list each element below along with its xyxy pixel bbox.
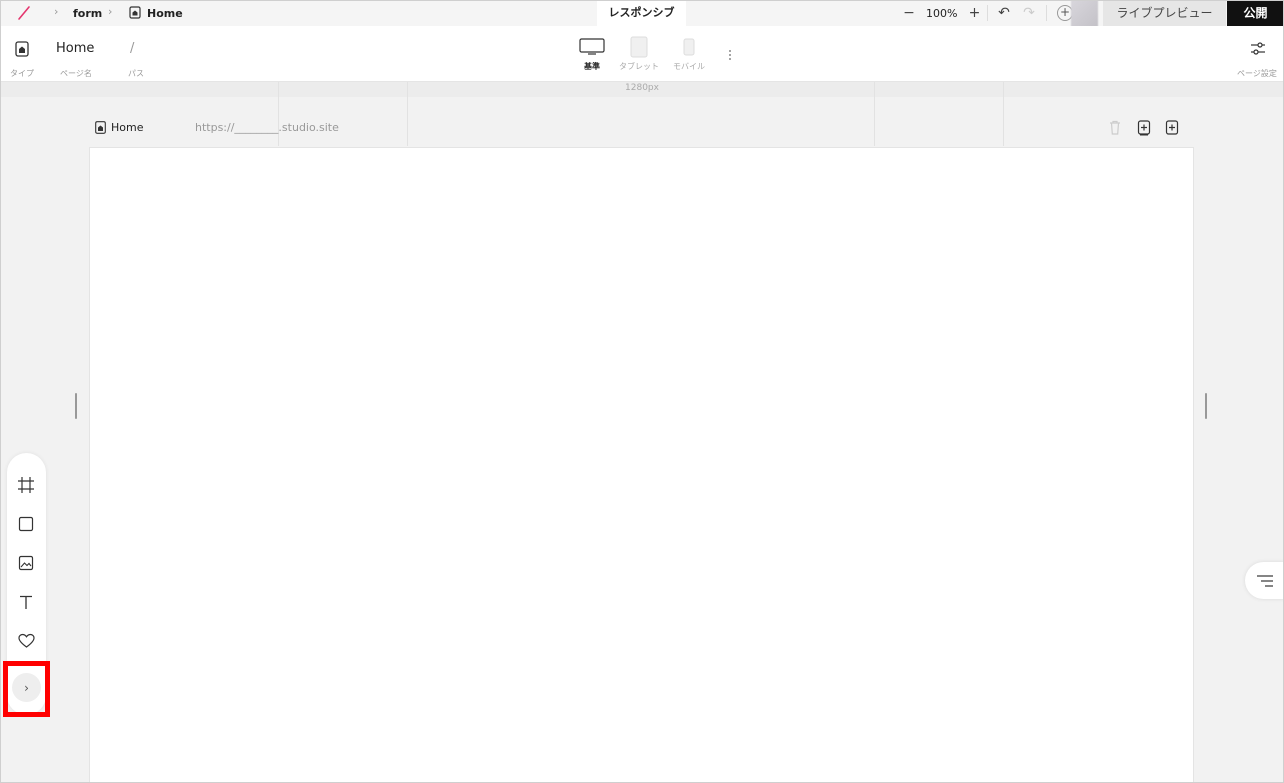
top-bar: › form › Home レスポンシブ − 100% + ↶ ↷ + ライブプ… xyxy=(0,0,1284,31)
layers-panel-button[interactable] xyxy=(1245,562,1284,599)
zoom-in-button[interactable]: + xyxy=(961,0,987,26)
desktop-icon xyxy=(579,38,605,55)
layers-icon xyxy=(1256,574,1273,587)
image-tool-button[interactable] xyxy=(15,552,37,574)
more-options-icon[interactable] xyxy=(725,48,735,62)
page-header: タイプ Home ページ名 / パス 基準 タブレット モバイル ページ設定 xyxy=(0,26,1284,82)
image-icon xyxy=(18,555,34,571)
ruler: 1280px xyxy=(0,82,1284,97)
studio-logo-icon[interactable] xyxy=(16,5,32,21)
square-icon xyxy=(18,516,34,532)
device-label: モバイル xyxy=(673,62,705,71)
redo-button[interactable]: ↷ xyxy=(1016,0,1042,26)
text-tool-button[interactable] xyxy=(15,591,37,613)
chevron-right-icon: › xyxy=(24,680,29,695)
chevron-right-icon: › xyxy=(54,5,59,18)
live-preview-button[interactable]: ライブプレビュー xyxy=(1103,0,1226,26)
icon-tool-button[interactable] xyxy=(15,630,37,652)
add-page-icon[interactable] xyxy=(1164,119,1180,136)
site-url[interactable]: https://________.studio.site xyxy=(195,121,339,134)
type-label: タイプ xyxy=(10,69,34,78)
page-settings-label: ページ設定 xyxy=(1237,69,1277,78)
text-icon xyxy=(20,595,32,609)
guide-line xyxy=(407,82,408,146)
home-page-icon xyxy=(129,6,141,19)
home-page-icon xyxy=(95,121,106,134)
page-settings-icon[interactable] xyxy=(1249,40,1267,58)
device-label: 基準 xyxy=(584,62,600,71)
box-tool-button[interactable] xyxy=(15,474,37,496)
canvas-width-label: 1280px xyxy=(625,83,659,93)
resize-handle-right[interactable] xyxy=(1205,393,1207,419)
guide-line xyxy=(278,82,279,146)
frame-icon xyxy=(18,477,34,493)
breadcrumb-page[interactable]: Home xyxy=(147,7,183,20)
heart-icon xyxy=(17,633,35,648)
page-name-label: ページ名 xyxy=(60,69,92,78)
guide-line xyxy=(874,82,875,146)
device-mobile-button[interactable]: モバイル xyxy=(673,38,705,72)
mobile-icon xyxy=(683,38,695,56)
guide-line xyxy=(1003,82,1004,146)
resize-handle-left[interactable] xyxy=(75,393,77,419)
zoom-level[interactable]: 100% xyxy=(922,7,961,20)
canvas-page-label[interactable]: Home xyxy=(111,121,143,134)
device-label: タブレット xyxy=(619,62,659,71)
divider xyxy=(1046,5,1047,21)
zoom-out-button[interactable]: − xyxy=(896,0,922,26)
tab-responsive[interactable]: レスポンシブ xyxy=(597,0,686,26)
device-desktop-button[interactable]: 基準 xyxy=(579,38,605,72)
page-type-home-icon[interactable] xyxy=(15,41,29,57)
page-name-field[interactable]: Home xyxy=(56,41,94,56)
zoom-controls: − 100% + xyxy=(896,0,987,26)
breadcrumb-project[interactable]: form xyxy=(73,7,102,20)
expand-toolbar-button[interactable]: › xyxy=(12,673,41,702)
tablet-icon xyxy=(630,36,648,58)
chevron-right-icon: › xyxy=(108,5,113,18)
undo-button[interactable]: ↶ xyxy=(991,0,1017,26)
divider xyxy=(987,5,988,21)
publish-button[interactable]: 公開 xyxy=(1227,0,1284,26)
shape-tool-button[interactable] xyxy=(15,513,37,535)
delete-icon[interactable] xyxy=(1107,119,1123,136)
path-field[interactable]: / xyxy=(130,41,134,56)
duplicate-page-icon[interactable] xyxy=(1136,119,1152,136)
device-tablet-button[interactable]: タブレット xyxy=(619,36,659,72)
path-label: パス xyxy=(128,69,144,78)
page-canvas[interactable] xyxy=(89,147,1194,783)
